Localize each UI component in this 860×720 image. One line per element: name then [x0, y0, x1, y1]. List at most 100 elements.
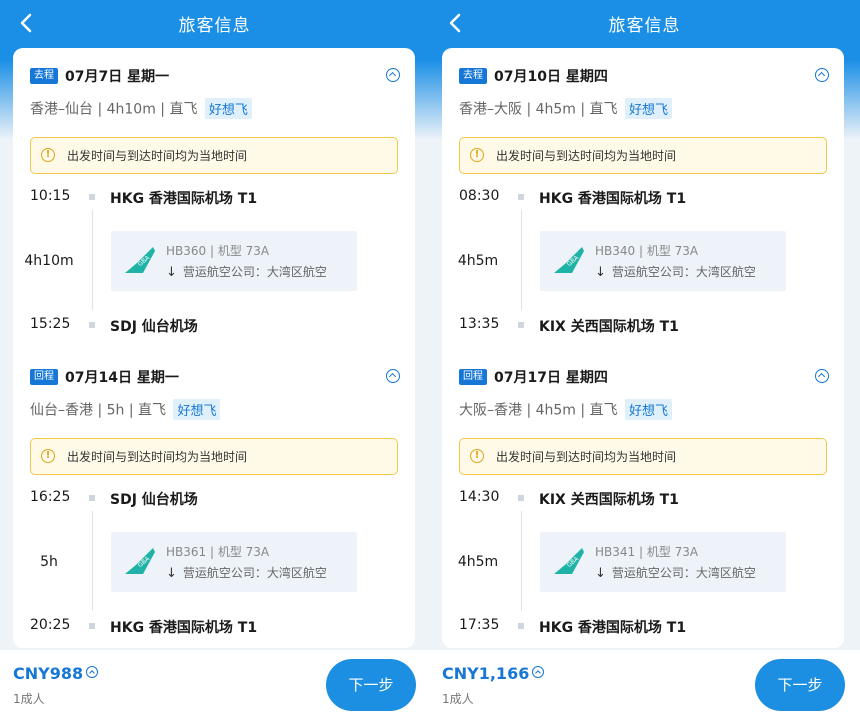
flight-duration: 4h5m [457, 253, 499, 269]
route-summary: 大阪–香港 | 4h5m | 直飞 好想飞 [459, 399, 673, 421]
timeline-dot [518, 194, 524, 200]
itinerary-card: 去程 07月7日 星期一 香港–仙台 | 4h10m | 直飞 好想飞 ! 出发… [13, 48, 415, 648]
operator-line: ↓ 营运航空公司：大湾区航空 [166, 263, 327, 280]
flight-date: 07月17日 星期四 [494, 370, 608, 386]
operator-text: 营运航空公司：大湾区航空 [182, 265, 327, 279]
timeline-dot [89, 194, 95, 200]
flight-duration: 4h5m [457, 554, 499, 570]
flight-number-aircraft: HB361 | 机型 73A [166, 545, 270, 559]
flight-duration: 5h [40, 554, 58, 570]
fare-badge: 好想飞 [173, 399, 221, 420]
trip-type-tag: 回程 [459, 369, 487, 385]
operator-text: 营运航空公司：大湾区航空 [611, 566, 756, 580]
arrival-time: 13:35 [459, 316, 500, 332]
arrival-airport: HKG 香港国际机场 T1 [539, 620, 687, 636]
flight-info-box[interactable]: GBA HB341 | 机型 73A ↓ 营运航空公司：大湾区航空 [540, 532, 786, 592]
operator-line: ↓ 营运航空公司：大湾区航空 [595, 263, 756, 280]
route-summary: 香港–仙台 | 4h10m | 直飞 好想飞 [30, 98, 252, 120]
timeline-dot [518, 623, 524, 629]
gba-airline-logo: GBA [554, 548, 584, 574]
chevron-up-circle-icon[interactable] [86, 666, 99, 678]
operator-line: ↓ 营运航空公司：大湾区航空 [595, 564, 756, 581]
passenger-count: 1成人 [442, 692, 474, 706]
flight-info-box[interactable]: GBA HB361 | 机型 73A ↓ 营运航空公司：大湾区航空 [111, 532, 357, 592]
departure-time: 14:30 [459, 489, 500, 505]
flight-duration: 4h10m [24, 253, 74, 269]
arrival-airport: HKG 香港国际机场 T1 [110, 620, 258, 636]
arrow-down-icon: ↓ [166, 566, 177, 581]
notice-text: 出发时间与到达时间均为当地时间 [496, 149, 677, 163]
page-title: 旅客信息 [608, 16, 681, 36]
operator-line: ↓ 营运航空公司：大湾区航空 [166, 564, 327, 581]
flight-info-box[interactable]: GBA HB360 | 机型 73A ↓ 营运航空公司：大湾区航空 [111, 231, 357, 291]
route-text: 仙台–香港 | 5h | 直飞 [30, 402, 167, 419]
notice-text: 出发时间与到达时间均为当地时间 [67, 149, 248, 163]
flight-date: 07月14日 星期一 [65, 370, 179, 386]
page-title: 旅客信息 [178, 16, 251, 36]
departure-airport: HKG 香港国际机场 T1 [539, 191, 687, 207]
screen-left: 旅客信息 去程 07月7日 星期一 香港–仙台 | 4h10m | 直飞 好想飞… [0, 0, 429, 720]
nav-header: 旅客信息 [429, 0, 860, 46]
departure-airport: HKG 香港国际机场 T1 [110, 191, 258, 207]
arrival-time: 20:25 [30, 617, 71, 633]
arrival-airport: KIX 关西国际机场 T1 [539, 319, 679, 335]
price-text: CNY1,166 [442, 664, 530, 683]
nav-header: 旅客信息 [0, 0, 429, 46]
chevron-up-circle-icon[interactable] [532, 666, 545, 678]
gba-airline-logo: GBA [125, 247, 155, 273]
operator-text: 营运航空公司：大湾区航空 [611, 265, 756, 279]
departure-time: 10:15 [30, 188, 71, 204]
fare-badge: 好想飞 [625, 399, 673, 420]
gba-airline-logo: GBA [125, 548, 155, 574]
warning-circle-icon: ! [470, 148, 484, 162]
itinerary-card: 去程 07月10日 星期四 香港–大阪 | 4h5m | 直飞 好想飞 ! 出发… [442, 48, 844, 648]
warning-circle-icon: ! [41, 449, 55, 463]
departure-time: 16:25 [30, 489, 71, 505]
price-text: CNY988 [13, 664, 84, 683]
local-time-notice: ! 出发时间与到达时间均为当地时间 [30, 438, 398, 475]
route-summary: 香港–大阪 | 4h5m | 直飞 好想飞 [459, 98, 673, 120]
bottom-bar: CNY988 1成人 下一步 [0, 650, 429, 720]
route-text: 大阪–香港 | 4h5m | 直飞 [459, 402, 618, 419]
trip-type-tag: 去程 [459, 68, 487, 84]
timeline-dot [518, 495, 524, 501]
total-price[interactable]: CNY1,166 [442, 664, 545, 683]
chevron-up-circle-icon[interactable] [386, 68, 400, 82]
flight-number-aircraft: HB340 | 机型 73A [595, 244, 699, 258]
next-step-button[interactable]: 下一步 [755, 659, 845, 711]
screen-right: 旅客信息 去程 07月10日 星期四 香港–大阪 | 4h5m | 直飞 好想飞… [429, 0, 860, 720]
gba-airline-logo: GBA [554, 247, 584, 273]
notice-text: 出发时间与到达时间均为当地时间 [496, 450, 677, 464]
local-time-notice: ! 出发时间与到达时间均为当地时间 [459, 137, 827, 174]
arrow-down-icon: ↓ [595, 265, 606, 280]
timeline-line [92, 511, 93, 611]
arrival-airport: SDJ 仙台机场 [110, 319, 198, 335]
total-price[interactable]: CNY988 [13, 664, 99, 683]
timeline-dot [89, 322, 95, 328]
flight-date: 07月10日 星期四 [494, 69, 608, 85]
segment-header: 去程 07月7日 星期一 [30, 65, 400, 87]
flight-info-box[interactable]: GBA HB340 | 机型 73A ↓ 营运航空公司：大湾区航空 [540, 231, 786, 291]
operator-text: 营运航空公司：大湾区航空 [182, 566, 327, 580]
departure-airport: SDJ 仙台机场 [110, 492, 198, 508]
timeline-dot [89, 495, 95, 501]
fare-badge: 好想飞 [204, 98, 252, 119]
segment-header: 回程 07月14日 星期一 [30, 366, 400, 388]
chevron-up-circle-icon[interactable] [815, 369, 829, 383]
chevron-up-circle-icon[interactable] [815, 68, 829, 82]
next-step-button[interactable]: 下一步 [326, 659, 416, 711]
arrow-down-icon: ↓ [166, 265, 177, 280]
flight-number-aircraft: HB360 | 机型 73A [166, 244, 270, 258]
route-text: 香港–大阪 | 4h5m | 直飞 [459, 101, 618, 118]
bottom-bar: CNY1,166 1成人 下一步 [429, 650, 860, 720]
local-time-notice: ! 出发时间与到达时间均为当地时间 [30, 137, 398, 174]
route-text: 香港–仙台 | 4h10m | 直飞 [30, 101, 198, 118]
flight-number-aircraft: HB341 | 机型 73A [595, 545, 699, 559]
trip-type-tag: 去程 [30, 68, 58, 84]
chevron-up-circle-icon[interactable] [386, 369, 400, 383]
fare-badge: 好想飞 [625, 98, 673, 119]
passenger-count: 1成人 [13, 692, 45, 706]
route-summary: 仙台–香港 | 5h | 直飞 好想飞 [30, 399, 221, 421]
arrival-time: 15:25 [30, 316, 71, 332]
segment-header: 回程 07月17日 星期四 [459, 366, 829, 388]
